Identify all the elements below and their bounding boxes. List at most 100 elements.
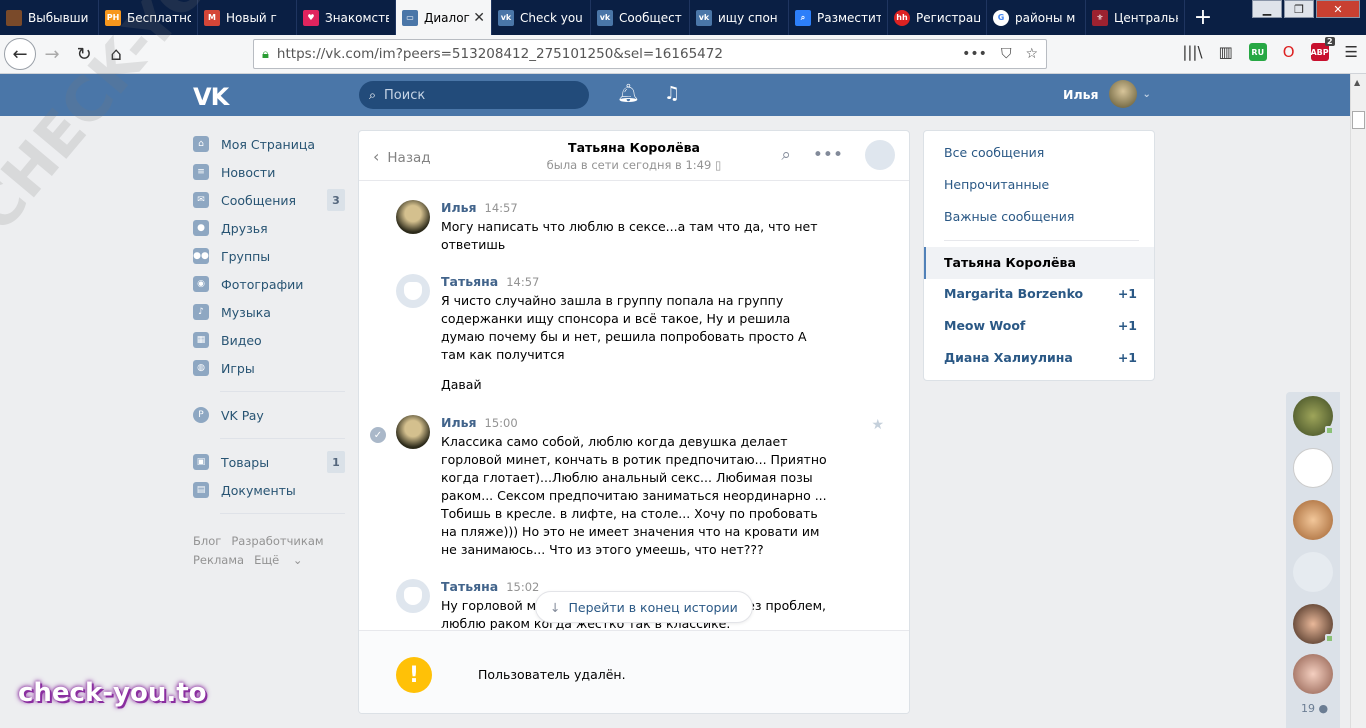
- friend-avatar[interactable]: [1293, 552, 1333, 592]
- menu-item-news[interactable]: ≡ Новости: [193, 158, 345, 186]
- menu-item-music[interactable]: ♪ Музыка: [193, 298, 345, 326]
- friend-avatar[interactable]: [1293, 448, 1333, 488]
- library-icon[interactable]: |||\: [1182, 43, 1202, 61]
- message-history[interactable]: Илья 14:57 Могу написать что люблю в секс…: [359, 182, 909, 630]
- conversation-item[interactable]: Meow Woof +1: [944, 318, 1137, 333]
- tab-title: Знакомств: [325, 10, 389, 25]
- conversation-item[interactable]: Margarita Borzenko +1: [944, 286, 1137, 301]
- footer-link-developers[interactable]: Разработчикам: [231, 534, 323, 548]
- browser-tab[interactable]: ♥ Знакомств: [297, 0, 396, 35]
- author-name[interactable]: Илья: [441, 415, 477, 430]
- avatar[interactable]: [396, 415, 430, 449]
- browser-tab[interactable]: Gрайоны м: [987, 0, 1086, 35]
- browser-tab[interactable]: ⌕ Разместит: [789, 0, 888, 35]
- page-scrollbar[interactable]: ▲: [1350, 74, 1366, 728]
- bell-icon[interactable]: 🔔︎: [617, 83, 640, 104]
- friends-online-count[interactable]: 19 ●: [1301, 702, 1328, 715]
- url-text[interactable]: https://vk.com/im?peers=513208412_275101…: [277, 46, 723, 62]
- menu-item-video[interactable]: ▦ Видео: [193, 326, 345, 354]
- browser-tab[interactable]: vk Сообщест: [591, 0, 690, 35]
- browser-tab-active[interactable]: ▭ Диалог ✕: [396, 0, 492, 35]
- panel-divider: [944, 240, 1139, 241]
- scroll-up-icon[interactable]: ▲: [1354, 78, 1360, 87]
- unread-count: +1: [1117, 286, 1137, 301]
- tab-close-icon[interactable]: ✕: [473, 10, 485, 26]
- page-actions-icon[interactable]: •••: [962, 46, 987, 62]
- star-icon[interactable]: ★: [871, 417, 884, 433]
- message-time[interactable]: 14:57: [506, 275, 539, 289]
- footer-link-more[interactable]: Ещё ⌄: [254, 553, 302, 567]
- tab-favicon-icon: hh: [894, 9, 910, 26]
- checkmark-icon[interactable]: ✓: [370, 427, 386, 443]
- menu-item-vkpay[interactable]: P VK Pay: [193, 401, 345, 429]
- browser-tab[interactable]: hh Регистрац: [888, 0, 987, 35]
- maximize-button[interactable]: ❐: [1284, 0, 1314, 18]
- filter-all-messages[interactable]: Все сообщения: [944, 145, 1044, 160]
- messages-badge: 3: [327, 189, 345, 211]
- address-bar[interactable]: 🔒︎ https://vk.com/im?peers=513208412_275…: [253, 39, 1047, 69]
- friend-avatar[interactable]: [1293, 654, 1333, 694]
- menu-item-my-page[interactable]: ⌂ Моя Страница: [193, 130, 345, 158]
- author-name[interactable]: Татьяна: [441, 579, 498, 594]
- opera-icon[interactable]: O: [1283, 43, 1295, 61]
- friend-avatar[interactable]: [1293, 396, 1334, 436]
- reload-icon[interactable]: ↻: [68, 38, 100, 70]
- more-actions-icon[interactable]: •••: [813, 145, 843, 165]
- forward-arrow-icon[interactable]: →: [36, 38, 68, 70]
- browser-tab[interactable]: ⚜ Центральн: [1086, 0, 1185, 35]
- menu-item-messages[interactable]: ✉ Сообщения 3: [193, 186, 345, 214]
- avatar[interactable]: [396, 200, 430, 234]
- adblock-icon[interactable]: ABP 2: [1310, 37, 1335, 61]
- menu-item-photos[interactable]: ◉ Фотографии: [193, 270, 345, 298]
- tab-favicon-icon: ⚜: [1092, 9, 1108, 26]
- user-menu[interactable]: Илья ⌄: [1063, 80, 1151, 108]
- music-note-icon[interactable]: ♫: [664, 83, 680, 104]
- author-name[interactable]: Татьяна: [441, 274, 498, 289]
- conversation-item[interactable]: Диана Халиулина +1: [944, 350, 1137, 365]
- browser-tab[interactable]: vk ищу спон: [690, 0, 789, 35]
- menu-item-market[interactable]: ▣ Товары 1: [193, 448, 345, 476]
- filter-unread[interactable]: Непрочитанные: [944, 177, 1049, 192]
- menu-item-groups[interactable]: ●● Группы: [193, 242, 345, 270]
- adblock-badge: 2: [1324, 37, 1335, 46]
- new-tab-button[interactable]: +: [1185, 0, 1221, 35]
- message-time[interactable]: 15:00: [485, 416, 518, 430]
- goto-end-button[interactable]: ↓ Перейти в конец истории: [535, 591, 753, 623]
- menu-item-docs[interactable]: ▤ Документы: [193, 476, 345, 504]
- pocket-icon[interactable]: ⛉: [1001, 46, 1012, 62]
- window-close-button[interactable]: ✕: [1316, 0, 1360, 18]
- bookmark-star-icon[interactable]: ☆: [1025, 46, 1038, 62]
- message-time[interactable]: 14:57: [485, 201, 518, 215]
- browser-tab[interactable]: vk Check you: [492, 0, 591, 35]
- back-arrow-icon[interactable]: ←: [4, 38, 36, 70]
- footer-link-blog[interactable]: Блог: [193, 534, 221, 548]
- author-name[interactable]: Илья: [441, 200, 477, 215]
- avatar[interactable]: [396, 579, 430, 613]
- search-icon[interactable]: ⌕: [781, 145, 791, 165]
- browser-tab[interactable]: PH Бесплатно: [99, 0, 198, 35]
- conversation-selected[interactable]: Татьяна Королёва: [924, 247, 1154, 279]
- footer-link-ads[interactable]: Реклама: [193, 553, 244, 567]
- vk-search-input[interactable]: ⌕ Поиск: [359, 81, 589, 109]
- browser-tab[interactable]: Выбывши: [0, 0, 99, 35]
- message-time[interactable]: 15:02: [506, 580, 539, 594]
- friend-avatar[interactable]: [1293, 500, 1333, 540]
- minimize-button[interactable]: ▁: [1252, 0, 1282, 18]
- menu-hamburger-icon[interactable]: ☰: [1345, 43, 1358, 61]
- menu-item-games[interactable]: ◍ Игры: [193, 354, 345, 382]
- scroll-thumb[interactable]: [1352, 111, 1365, 129]
- filter-important[interactable]: Важные сообщения: [944, 209, 1074, 224]
- ru-extension-icon[interactable]: RU: [1248, 43, 1267, 61]
- tab-title: Разместит: [817, 10, 881, 25]
- menu-item-label: Группы: [221, 248, 271, 264]
- sidebar-icon[interactable]: ▥: [1219, 43, 1233, 61]
- home-icon[interactable]: ⌂: [100, 38, 132, 70]
- friend-avatar[interactable]: [1293, 604, 1334, 644]
- browser-tab[interactable]: M Новый г: [198, 0, 297, 35]
- camera-icon: ◉: [193, 276, 209, 292]
- menu-item-friends[interactable]: ● Друзья: [193, 214, 345, 242]
- message-text-part: Я чисто случайно зашла в группу попала н…: [441, 293, 807, 362]
- avatar[interactable]: [396, 274, 430, 308]
- vk-logo[interactable]: VK: [193, 83, 229, 111]
- peer-avatar[interactable]: [865, 140, 895, 170]
